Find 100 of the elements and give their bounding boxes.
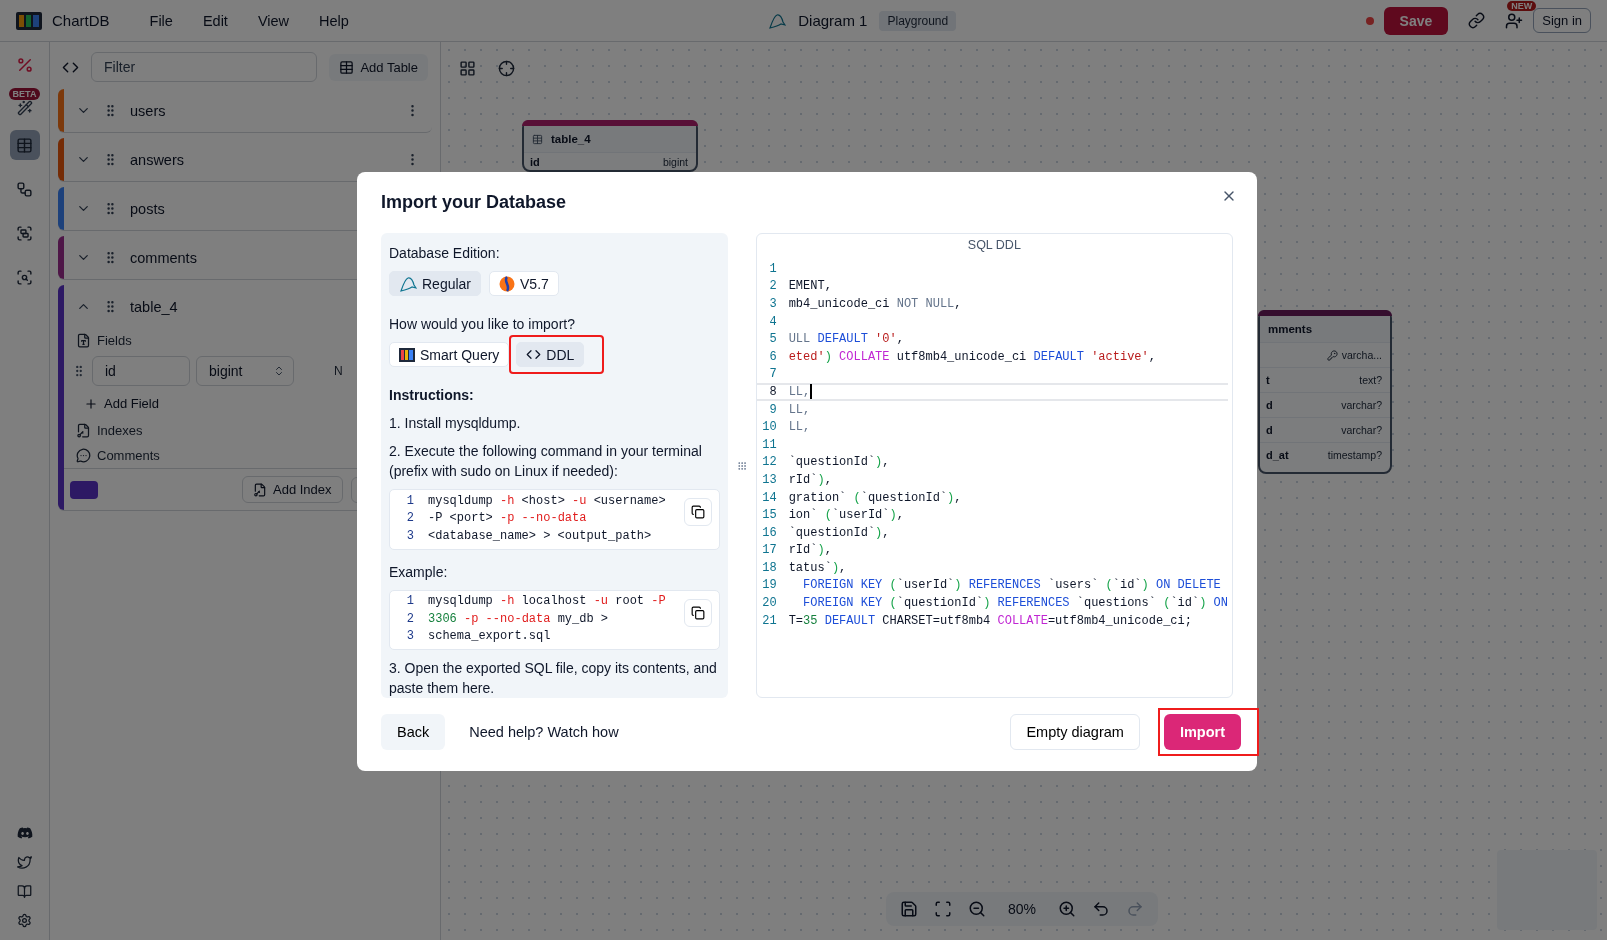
line-number: 21: [761, 613, 778, 628]
code-line: T=35 DEFAULT CHARSET=utf8mb4 COLLATE=utf8mb4_unicode_ci;: [788, 613, 1192, 628]
code-line: tatus`),: [788, 560, 847, 575]
import-method-option[interactable]: Smart Query: [389, 342, 510, 367]
code-line: ion` (`userId`),: [788, 508, 904, 523]
line-number: 9: [768, 402, 778, 417]
line-number: 18: [761, 560, 778, 575]
line-number: 19: [761, 578, 778, 593]
node-field-name: d_at: [1266, 449, 1289, 461]
grid-icon[interactable]: [459, 60, 476, 77]
crosshair-icon[interactable]: [498, 60, 515, 77]
logo-icon: [16, 11, 42, 30]
line-number: 15: [761, 508, 778, 523]
menu-item[interactable]: View: [247, 8, 300, 33]
line-number: 14: [761, 490, 778, 505]
node-field-type: varcha...: [1341, 349, 1382, 361]
line-number: 20: [761, 596, 778, 611]
link-icon[interactable]: [1468, 12, 1486, 29]
add-index-button[interactable]: Add Index: [242, 476, 343, 503]
menu-item[interactable]: File: [139, 8, 183, 33]
diagram-title[interactable]: Diagram 1: [798, 12, 868, 29]
line-number: 2: [405, 611, 415, 626]
add-field-button[interactable]: Add Field: [64, 389, 179, 418]
playground-badge: Playground: [879, 10, 957, 31]
code-icon: [526, 347, 542, 362]
code-line: eted') COLLATE utf8mb4_unicode_ci DEFAULT 'active',: [788, 349, 1156, 364]
settings-icon[interactable]: [17, 913, 32, 928]
copy-button[interactable]: [683, 598, 712, 627]
sign-in-button[interactable]: Sign in: [1533, 8, 1591, 33]
table-card[interactable]: users: [58, 89, 432, 133]
line-number: 1: [405, 594, 415, 609]
table-node[interactable]: table_4 id bigint: [522, 120, 698, 172]
copy-button[interactable]: [683, 498, 712, 526]
node-title: mments: [1268, 323, 1313, 335]
nullable-toggle[interactable]: N: [334, 364, 343, 378]
zoom-in-icon[interactable]: [1058, 900, 1076, 918]
bird-icon[interactable]: [17, 855, 32, 870]
line-number: 3: [405, 528, 415, 543]
chart-icon: [399, 347, 415, 362]
code-line: FOREIGN KEY (`userId`) REFERENCES `users` (`id`) ON DELETE: [802, 578, 1221, 593]
edition-option[interactable]: V5.7: [489, 271, 559, 296]
node-field-type: timestamp?: [1327, 449, 1382, 461]
percent-icon[interactable]: [15, 56, 34, 74]
line-number: 1: [768, 261, 778, 276]
field-name-input[interactable]: id: [92, 356, 190, 386]
fit-view-icon[interactable]: [934, 900, 952, 918]
node-field-name: t: [1266, 374, 1270, 386]
code-line: -P <port> -p --no-data: [428, 511, 587, 526]
line-number: 4: [768, 314, 778, 329]
line-number: 10: [761, 420, 778, 435]
node-title: table_4: [551, 133, 591, 145]
code-line: FOREIGN KEY (`questionId`) REFERENCES `questions` (`id`) ON: [802, 596, 1228, 611]
resize-handle-icon[interactable]: [736, 460, 747, 471]
code-line: mb4_unicode_ci NOT NULL,: [788, 297, 962, 311]
import-method-option[interactable]: DDL: [516, 342, 585, 367]
line-number: 8: [768, 384, 778, 399]
comment-icon: [76, 448, 91, 463]
table-name: table_4: [130, 298, 179, 315]
save-icon[interactable]: [900, 900, 918, 918]
node-field-name: d: [1266, 424, 1273, 436]
table-icon: [532, 133, 543, 145]
magic-wand-icon[interactable]: [16, 100, 33, 116]
user-plus-icon[interactable]: [1505, 11, 1524, 30]
globe-icon: [499, 275, 516, 292]
field-type-select[interactable]: bigint: [196, 356, 294, 386]
edition-option[interactable]: Regular: [389, 271, 482, 296]
line-number: 12: [761, 455, 778, 470]
add-table-button[interactable]: Add Table: [329, 53, 428, 81]
filter-field[interactable]: Filter: [91, 52, 318, 82]
help-link[interactable]: Need help? Watch how: [453, 724, 635, 740]
undo-icon[interactable]: [1092, 900, 1110, 918]
color-swatch[interactable]: [70, 480, 98, 499]
section-label: Indexes: [97, 423, 143, 438]
table-node[interactable]: mments varcha... t text? d varchar? d varchar? d_at timestamp?: [1258, 310, 1392, 474]
import-button[interactable]: Import: [1163, 714, 1241, 750]
empty-diagram-button[interactable]: Empty diagram: [1010, 714, 1140, 750]
zoom-out-icon[interactable]: [968, 900, 986, 918]
app-name: ChartDB: [52, 12, 110, 29]
book-icon[interactable]: [17, 884, 32, 899]
table-icon: [16, 136, 33, 154]
code-line: `questionId`),: [788, 455, 890, 470]
line-number: 13: [761, 472, 778, 487]
controller-icon[interactable]: [16, 825, 33, 841]
section-label: Fields: [97, 333, 132, 348]
back-button[interactable]: Back: [381, 714, 446, 750]
text-cursor: [810, 384, 813, 400]
menu-item[interactable]: Help: [309, 8, 359, 33]
line-number: 6: [768, 349, 778, 364]
rail-button[interactable]: [9, 130, 40, 160]
example-label: Example:: [389, 562, 449, 582]
file-type-icon: [76, 333, 91, 348]
copy-icon: [690, 605, 705, 620]
sql-editor[interactable]: [755, 233, 1233, 698]
line-number: 17: [761, 543, 778, 558]
node-field-type: text?: [1359, 374, 1382, 386]
scan-icon: [16, 268, 33, 286]
relationship-icon: [16, 180, 33, 198]
save-button[interactable]: Save: [1383, 6, 1449, 35]
menu-item[interactable]: Edit: [192, 8, 238, 33]
line-number: 1: [405, 493, 415, 508]
